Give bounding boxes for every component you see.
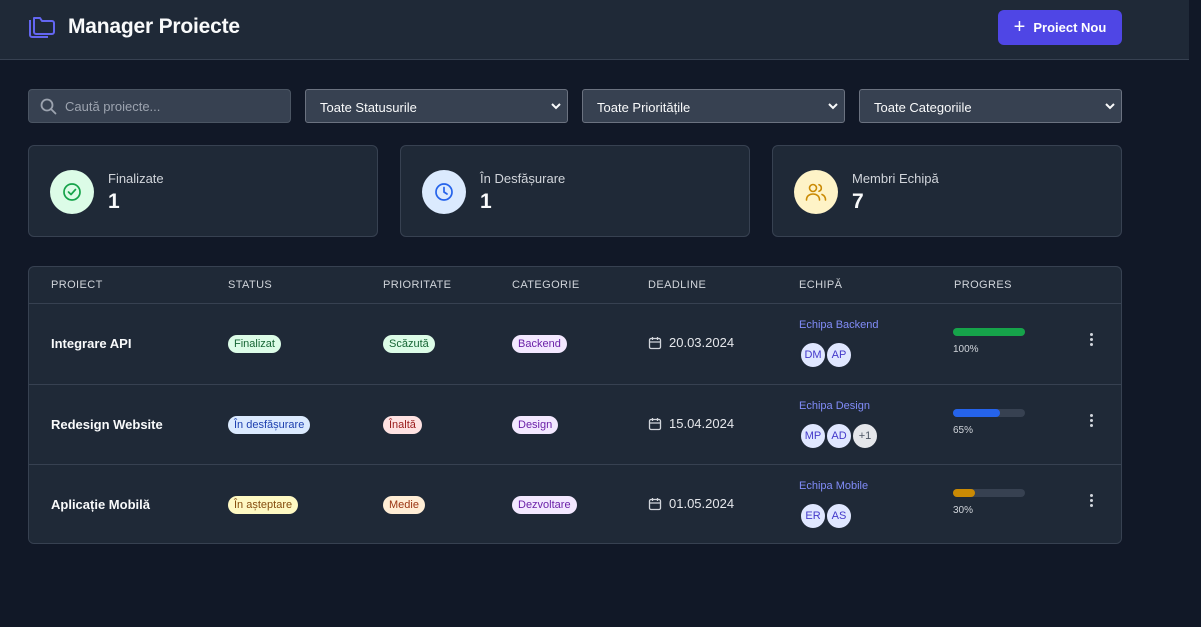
column-header: PROGRES bbox=[954, 279, 1012, 291]
chevron-down-icon bbox=[551, 103, 561, 110]
priority-badge: Medie bbox=[383, 496, 425, 514]
progress-label: 65% bbox=[953, 425, 974, 436]
status-filter-select[interactable]: Toate Statusurile bbox=[305, 89, 568, 123]
more-options-icon[interactable] bbox=[1087, 494, 1095, 510]
status-filter-value: Toate Statusurile bbox=[320, 100, 417, 115]
status-badge: În desfășurare bbox=[228, 416, 311, 434]
priority-filter-select[interactable]: Toate Prioritățile bbox=[582, 89, 845, 123]
column-header: DEADLINE bbox=[648, 279, 707, 291]
avatar: DM bbox=[799, 341, 827, 369]
progress-fill bbox=[953, 409, 1000, 417]
deadline: 20.03.2024 bbox=[648, 335, 734, 350]
avatar: AS bbox=[825, 502, 853, 530]
team-avatars: ER AS bbox=[799, 502, 853, 530]
calendar-icon bbox=[648, 336, 662, 349]
stat-label: Membri Echipă bbox=[852, 171, 939, 186]
new-project-button[interactable]: + Proiect Nou bbox=[998, 10, 1122, 45]
new-project-label: Proiect Nou bbox=[1033, 20, 1107, 35]
column-header: PRIORITATE bbox=[383, 279, 452, 291]
project-name: Aplicație Mobilă bbox=[51, 497, 150, 512]
avatar: ER bbox=[799, 502, 827, 530]
check-circle-icon bbox=[50, 170, 94, 214]
team-name: Echipa Backend bbox=[799, 319, 879, 331]
search-icon bbox=[40, 98, 57, 115]
page-scrollbar[interactable] bbox=[1189, 0, 1201, 627]
column-header: STATUS bbox=[228, 279, 273, 291]
column-header: ECHIPĂ bbox=[799, 279, 843, 291]
team-avatars: MP AD +1 bbox=[799, 422, 879, 450]
avatar: MP bbox=[799, 422, 827, 450]
team-avatars: DM AP bbox=[799, 341, 853, 369]
progress-bar bbox=[953, 328, 1025, 336]
search-box[interactable] bbox=[28, 89, 291, 123]
app-title: Manager Proiecte bbox=[68, 15, 240, 38]
team-name: Echipa Design bbox=[799, 400, 870, 412]
deadline: 01.05.2024 bbox=[648, 496, 734, 511]
column-header: PROIECT bbox=[51, 279, 103, 291]
deadline: 15.04.2024 bbox=[648, 416, 734, 431]
column-header: CATEGORIE bbox=[512, 279, 580, 291]
project-name: Integrare API bbox=[51, 336, 132, 351]
stat-value: 7 bbox=[852, 190, 864, 213]
folders-icon bbox=[29, 17, 55, 38]
status-badge: Finalizat bbox=[228, 335, 281, 353]
chevron-down-icon bbox=[828, 103, 838, 110]
search-input[interactable] bbox=[65, 90, 285, 122]
avatar: AD bbox=[825, 422, 853, 450]
calendar-icon bbox=[648, 417, 662, 430]
avatar: AP bbox=[825, 341, 853, 369]
stat-card-completed: Finalizate 1 bbox=[28, 145, 378, 237]
app-header: Manager Proiecte + Proiect Nou bbox=[0, 0, 1189, 60]
chevron-down-icon bbox=[1105, 103, 1115, 110]
table-row[interactable]: Integrare API Finalizat Scăzută Backend … bbox=[29, 304, 1121, 384]
progress-label: 30% bbox=[953, 505, 974, 516]
deadline-date: 15.04.2024 bbox=[669, 416, 735, 431]
category-badge: Dezvoltare bbox=[512, 496, 577, 514]
priority-badge: Înaltă bbox=[383, 416, 422, 434]
stat-card-team-members: Membri Echipă 7 bbox=[772, 145, 1122, 237]
stat-value: 1 bbox=[108, 190, 120, 213]
stat-card-in-progress: În Desfășurare 1 bbox=[400, 145, 750, 237]
more-options-icon[interactable] bbox=[1087, 414, 1095, 430]
project-name: Redesign Website bbox=[51, 417, 163, 432]
progress-fill bbox=[953, 328, 1025, 336]
priority-filter-value: Toate Prioritățile bbox=[597, 100, 691, 115]
progress-fill bbox=[953, 489, 975, 497]
priority-badge: Scăzută bbox=[383, 335, 435, 353]
category-badge: Design bbox=[512, 416, 559, 434]
progress-label: 100% bbox=[953, 344, 979, 355]
avatar-overflow-count: +1 bbox=[851, 422, 879, 450]
stat-value: 1 bbox=[480, 190, 492, 213]
projects-table: PROIECT STATUS PRIORITATE CATEGORIE DEAD… bbox=[28, 266, 1122, 544]
users-icon bbox=[794, 170, 838, 214]
team-name: Echipa Mobile bbox=[799, 480, 869, 492]
table-row[interactable]: Redesign Website În desfășurare Înaltă D… bbox=[29, 384, 1121, 464]
deadline-date: 01.05.2024 bbox=[669, 496, 735, 511]
table-row[interactable]: Aplicație Mobilă În așteptare Medie Dezv… bbox=[29, 464, 1121, 543]
table-header: PROIECT STATUS PRIORITATE CATEGORIE DEAD… bbox=[29, 267, 1121, 304]
clock-icon bbox=[422, 170, 466, 214]
category-filter-select[interactable]: Toate Categoriile bbox=[859, 89, 1122, 123]
more-options-icon[interactable] bbox=[1087, 333, 1095, 349]
stat-label: În Desfășurare bbox=[480, 171, 566, 186]
progress-bar bbox=[953, 409, 1025, 417]
stat-label: Finalizate bbox=[108, 171, 164, 186]
status-badge: În așteptare bbox=[228, 496, 299, 514]
progress-bar bbox=[953, 489, 1025, 497]
deadline-date: 20.03.2024 bbox=[669, 335, 735, 350]
calendar-icon bbox=[648, 497, 662, 510]
category-badge: Backend bbox=[512, 335, 567, 353]
category-filter-value: Toate Categoriile bbox=[874, 100, 972, 115]
plus-icon: + bbox=[1013, 15, 1026, 38]
